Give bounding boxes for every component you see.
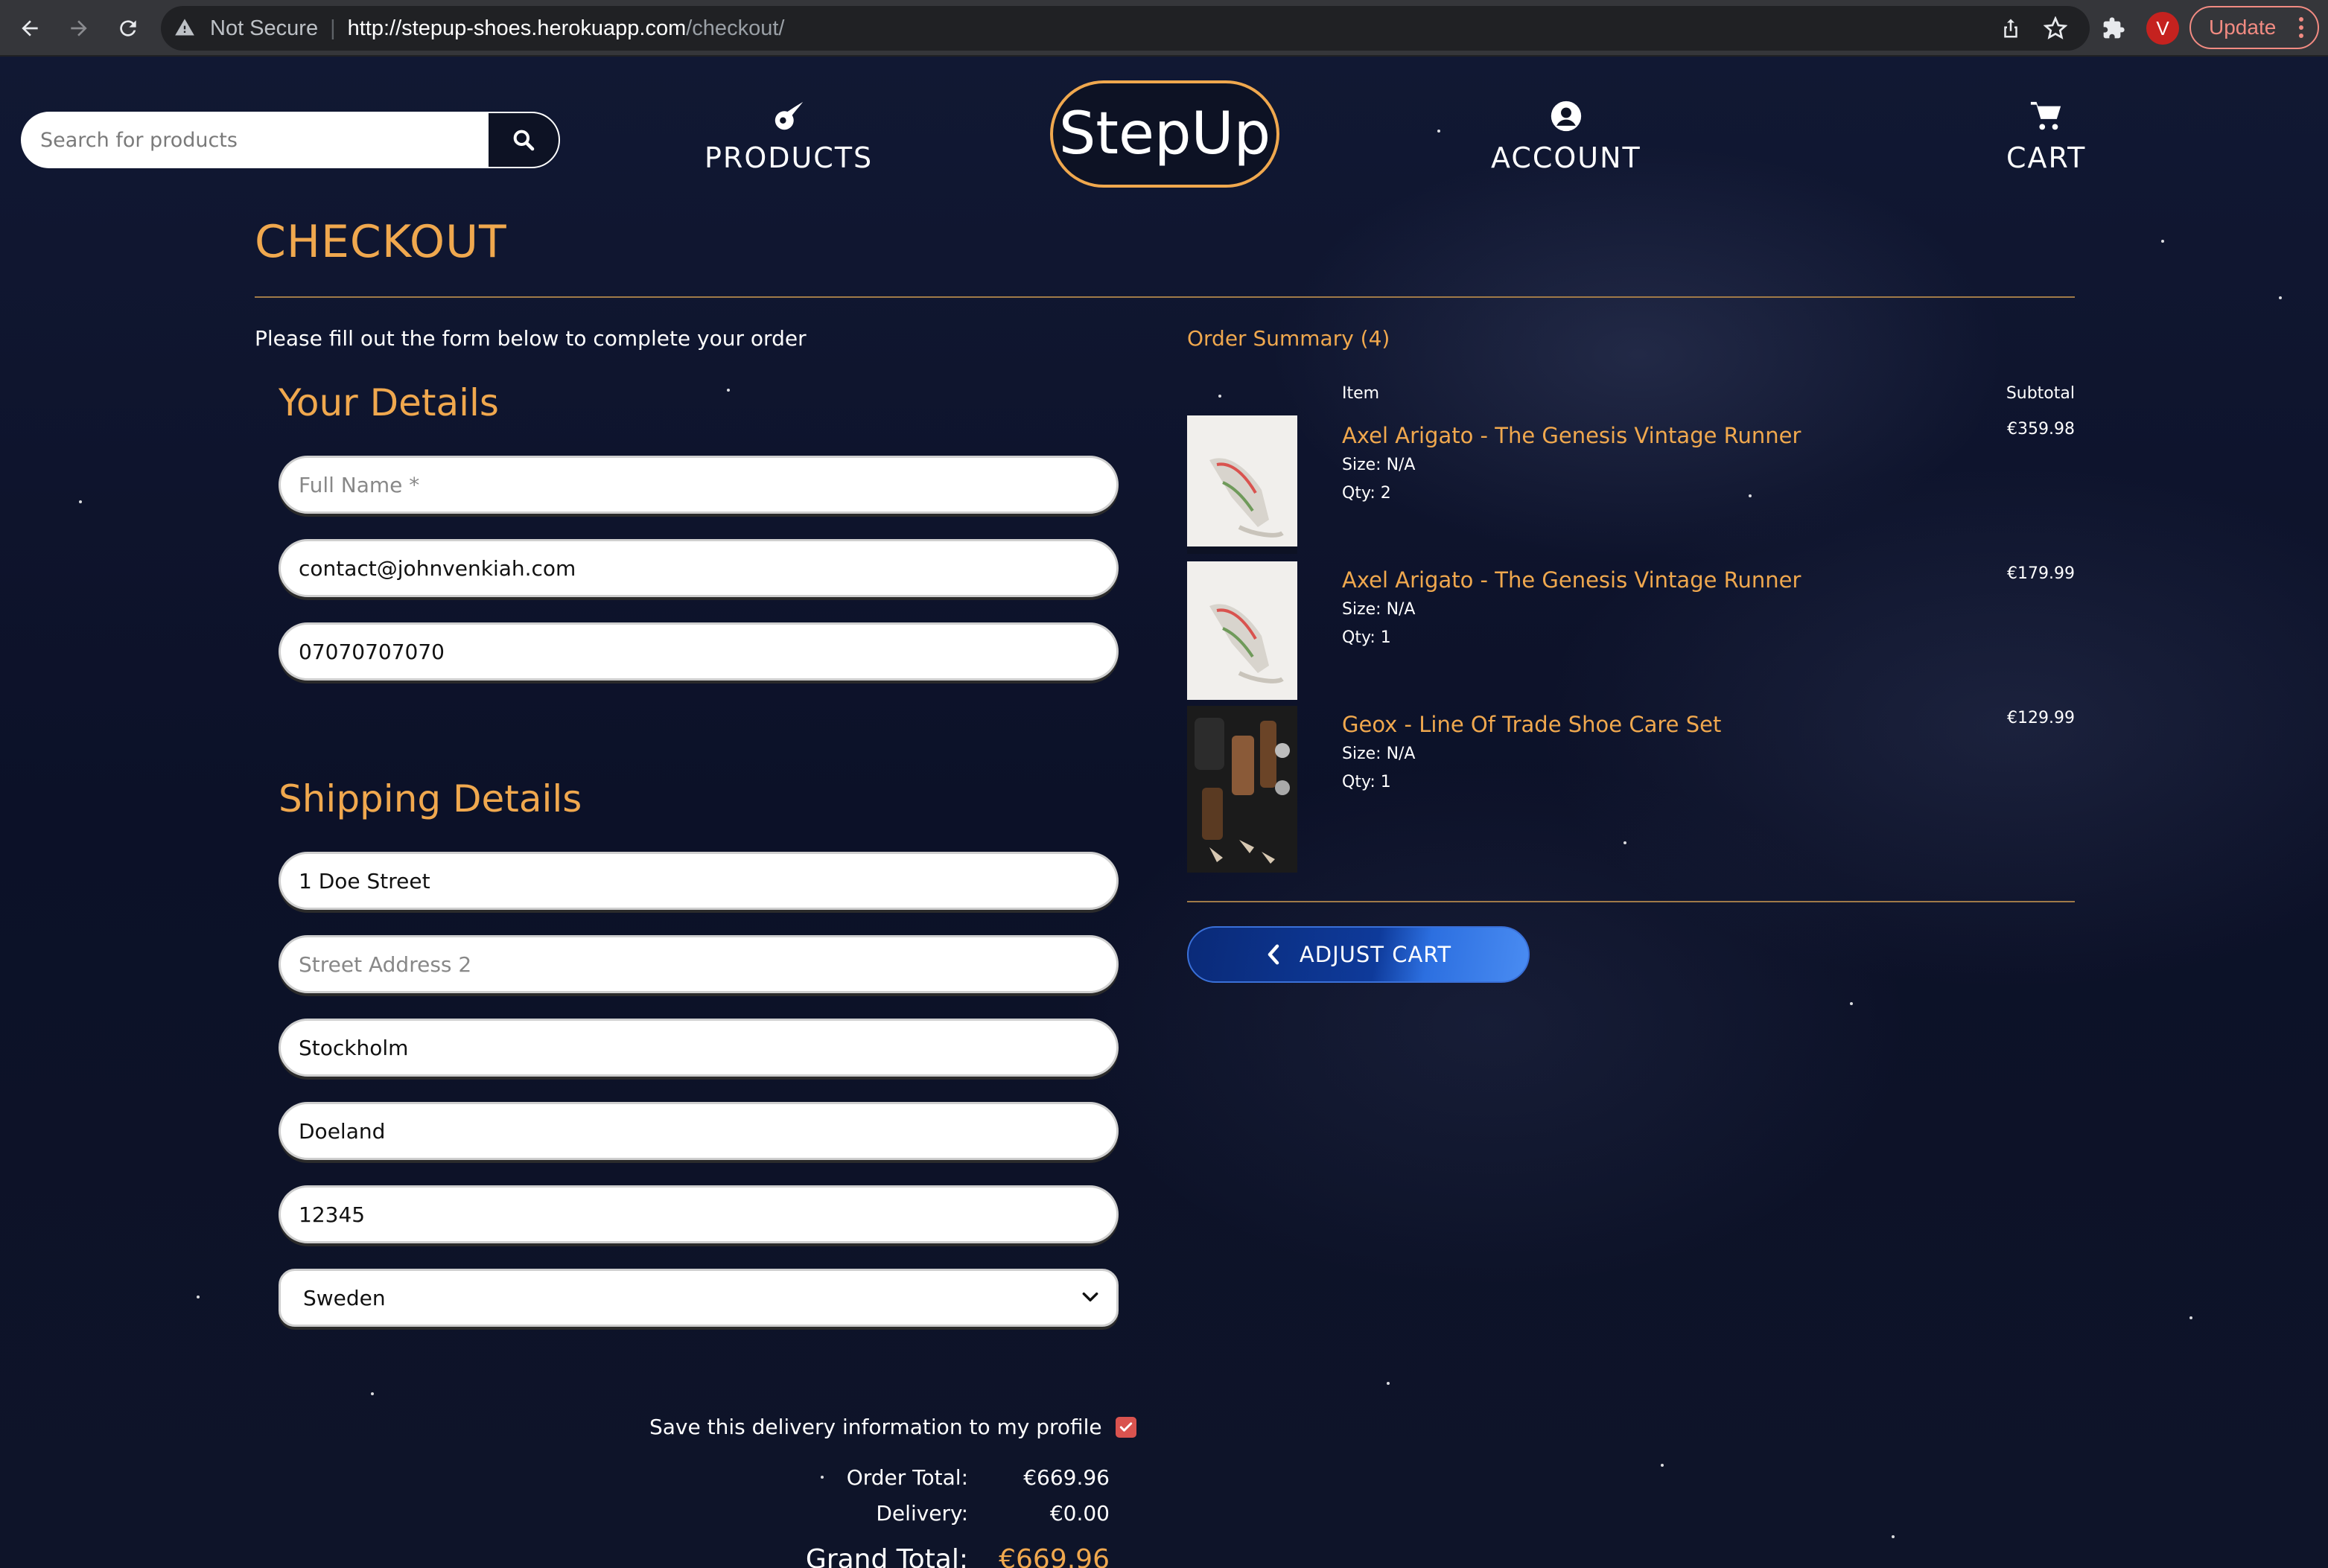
extensions-icon[interactable] <box>2099 13 2128 43</box>
address-separator: | <box>330 16 336 40</box>
delivery-value: €0.00 <box>1049 1501 1110 1526</box>
star <box>1387 1382 1390 1385</box>
reload-icon[interactable] <box>110 10 146 46</box>
back-icon[interactable] <box>12 10 48 46</box>
search-button[interactable] <box>487 112 560 168</box>
nav-account[interactable]: ACCOUNT <box>1491 98 1641 174</box>
cart-item-subtotal: €359.98 <box>2007 420 2075 439</box>
country-selected-value: Sweden <box>303 1285 386 1310</box>
full-name-field[interactable] <box>279 456 1119 514</box>
email-field[interactable] <box>279 539 1119 597</box>
cart-item-subtotal: €179.99 <box>2007 564 2075 583</box>
cart-item-size: Size: N/A <box>1342 745 1416 763</box>
cart-item-qty: Qty: 1 <box>1342 628 1391 647</box>
save-info-label: Save this delivery information to my pro… <box>649 1415 1102 1439</box>
shoe-care-set-image <box>1187 706 1297 873</box>
meteor-icon <box>772 98 806 134</box>
chevron-down-icon <box>1081 1287 1100 1312</box>
adjust-cart-button[interactable]: ADJUST CART <box>1187 926 1530 983</box>
update-label: Update <box>2209 16 2277 39</box>
page: PRODUCTS StepUp ACCOUNT CART CHECKOUT Pl… <box>0 57 2328 1568</box>
order-total-label: Order Total: <box>846 1465 968 1490</box>
shipping-details-title: Shipping Details <box>279 777 582 820</box>
nav-products[interactable]: PRODUCTS <box>705 98 873 174</box>
search-input[interactable] <box>21 112 487 168</box>
star <box>79 500 82 503</box>
warning-icon <box>174 17 197 39</box>
profile-avatar[interactable]: V <box>2146 12 2179 45</box>
star <box>1892 1535 1895 1538</box>
page-title: CHECKOUT <box>255 216 507 268</box>
star <box>197 1295 200 1298</box>
column-subtotal-header: Subtotal <box>2006 384 2075 403</box>
cart-item-size: Size: N/A <box>1342 600 1416 619</box>
star <box>2279 296 2282 299</box>
postcode-field[interactable] <box>279 1185 1119 1243</box>
star <box>1850 1002 1853 1005</box>
summary-divider <box>1187 901 2075 902</box>
cart-item-qty: Qty: 2 <box>1342 484 1391 503</box>
star <box>1218 395 1221 398</box>
county-field[interactable] <box>279 1102 1119 1160</box>
checkout-intro: Please fill out the form below to comple… <box>255 326 807 351</box>
town-city-field[interactable] <box>279 1019 1119 1077</box>
nav-products-label: PRODUCTS <box>705 141 874 174</box>
your-details-title: Your Details <box>279 381 499 424</box>
check-icon <box>1119 1422 1132 1432</box>
cart-icon <box>2029 98 2064 134</box>
cart-item-name[interactable]: Axel Arigato - The Genesis Vintage Runne… <box>1342 567 1801 593</box>
sneaker-image <box>1187 415 1297 554</box>
street-address2-field[interactable] <box>279 935 1119 993</box>
column-item-header: Item <box>1342 384 1380 403</box>
search-bar <box>21 112 560 168</box>
country-select[interactable]: Sweden <box>279 1269 1119 1327</box>
cart-item-size: Size: N/A <box>1342 456 1416 474</box>
title-divider <box>255 296 2075 298</box>
order-total-value: €669.96 <box>1023 1465 1110 1490</box>
update-button[interactable]: Update <box>2189 6 2319 49</box>
url-host: http://stepup-shoes.herokuapp.com <box>347 16 687 40</box>
cart-item-qty: Qty: 1 <box>1342 773 1391 791</box>
delivery-label: Delivery: <box>876 1501 968 1526</box>
nav-account-label: ACCOUNT <box>1491 141 1641 174</box>
grand-total-label: Grand Total: <box>805 1544 968 1568</box>
cart-item-subtotal: €129.99 <box>2007 709 2075 727</box>
user-circle-icon <box>1550 98 1583 134</box>
nav-cart-label: CART <box>2006 141 2087 174</box>
cart-item-name[interactable]: Axel Arigato - The Genesis Vintage Runne… <box>1342 423 1801 448</box>
product-thumbnail[interactable] <box>1187 415 1297 554</box>
product-thumbnail[interactable] <box>1187 561 1297 700</box>
grand-total-value: €669.96 <box>999 1544 1110 1568</box>
star <box>1661 1464 1664 1467</box>
star <box>2161 240 2164 243</box>
share-icon[interactable] <box>1996 13 2026 43</box>
street-address1-field[interactable] <box>279 852 1119 910</box>
bookmark-star-icon[interactable] <box>2041 13 2070 43</box>
star <box>1437 130 1440 133</box>
star <box>2189 1316 2192 1319</box>
chevron-left-icon <box>1265 943 1282 966</box>
order-summary-title: Order Summary (4) <box>1187 326 1390 351</box>
cart-item-name[interactable]: Geox - Line Of Trade Shoe Care Set <box>1342 712 1721 737</box>
adjust-cart-label: ADJUST CART <box>1299 942 1452 967</box>
nav-cart[interactable]: CART <box>2006 98 2086 174</box>
security-label: Not Secure <box>210 16 319 40</box>
address-bar[interactable]: Not Secure | http://stepup-shoes.herokua… <box>161 6 2090 51</box>
save-info-row: Save this delivery information to my pro… <box>649 1415 1136 1439</box>
url-path: /checkout/ <box>686 16 785 40</box>
star <box>727 389 730 392</box>
star <box>371 1392 374 1395</box>
star <box>1749 494 1752 497</box>
browser-toolbar: Not Secure | http://stepup-shoes.herokua… <box>0 0 2328 57</box>
logo[interactable]: StepUp <box>1050 80 1279 188</box>
search-icon <box>513 130 535 151</box>
save-info-checkbox[interactable] <box>1115 1416 1136 1438</box>
product-thumbnail[interactable] <box>1187 706 1297 873</box>
phone-field[interactable] <box>279 622 1119 681</box>
star <box>1623 841 1626 844</box>
forward-icon[interactable] <box>61 10 97 46</box>
sneaker-image <box>1187 561 1297 700</box>
more-icon[interactable] <box>2298 16 2304 44</box>
